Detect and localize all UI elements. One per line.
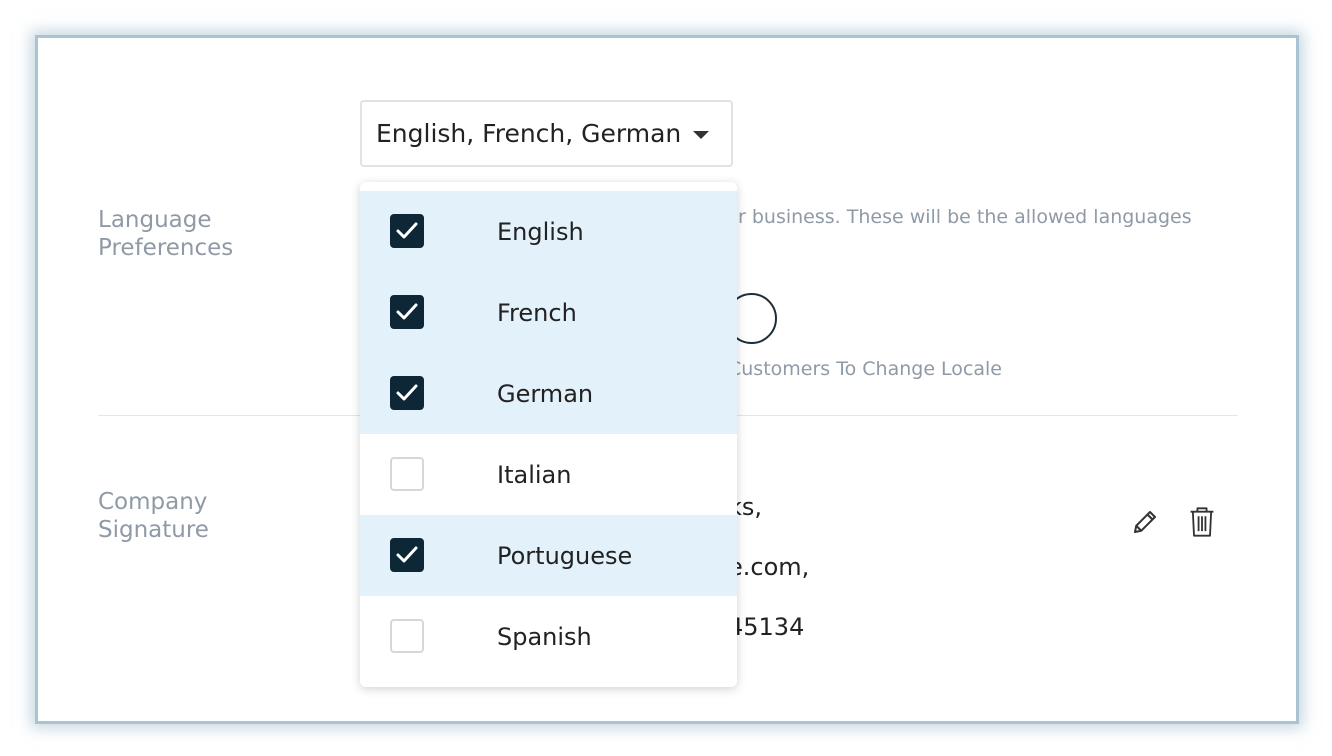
- company-signature-label-text: Company Signature: [98, 489, 209, 543]
- language-option-english[interactable]: English: [360, 191, 737, 272]
- checkbox[interactable]: [390, 619, 424, 653]
- signature-line: e.com,: [728, 553, 810, 581]
- language-option-portuguese[interactable]: Portuguese: [360, 515, 737, 596]
- language-option-spanish[interactable]: Spanish: [360, 596, 737, 677]
- language-option-label: Spanish: [497, 622, 592, 651]
- trash-icon: [1190, 507, 1214, 537]
- company-signature-label: Company Signature: [98, 488, 238, 544]
- language-select-value: English, French, German: [376, 119, 682, 148]
- language-dropdown-menu: English French German Italian Portuguese…: [360, 182, 737, 687]
- checkbox[interactable]: [390, 214, 424, 248]
- delete-signature-button[interactable]: [1185, 505, 1219, 539]
- language-option-label: French: [497, 298, 577, 327]
- language-preferences-label: Language Preferences: [98, 206, 258, 262]
- language-option-label: Italian: [497, 460, 572, 489]
- checkbox[interactable]: [390, 295, 424, 329]
- language-option-italian[interactable]: Italian: [360, 434, 737, 515]
- language-select[interactable]: English, French, German: [360, 100, 733, 167]
- checkbox[interactable]: [390, 376, 424, 410]
- language-option-german[interactable]: German: [360, 353, 737, 434]
- language-option-french[interactable]: French: [360, 272, 737, 353]
- check-icon: [396, 303, 418, 320]
- edit-signature-button[interactable]: [1128, 505, 1162, 539]
- language-option-label: Portuguese: [497, 541, 633, 570]
- check-icon: [396, 384, 418, 401]
- checkbox[interactable]: [390, 538, 424, 572]
- pencil-icon: [1134, 511, 1156, 533]
- language-option-label: English: [497, 217, 584, 246]
- signature-line: 45134: [728, 613, 805, 641]
- check-icon: [396, 546, 418, 563]
- language-option-label: German: [497, 379, 594, 408]
- locale-toggle-label: Customers To Change Locale: [728, 358, 1002, 380]
- chevron-down-icon: [693, 131, 709, 139]
- language-description: r business. These will be the allowed la…: [738, 206, 1192, 228]
- language-preferences-label-text: Language Preferences: [98, 207, 234, 261]
- checkbox[interactable]: [390, 457, 424, 491]
- check-icon: [396, 222, 418, 239]
- settings-panel: Language Preferences r business. These w…: [35, 35, 1299, 724]
